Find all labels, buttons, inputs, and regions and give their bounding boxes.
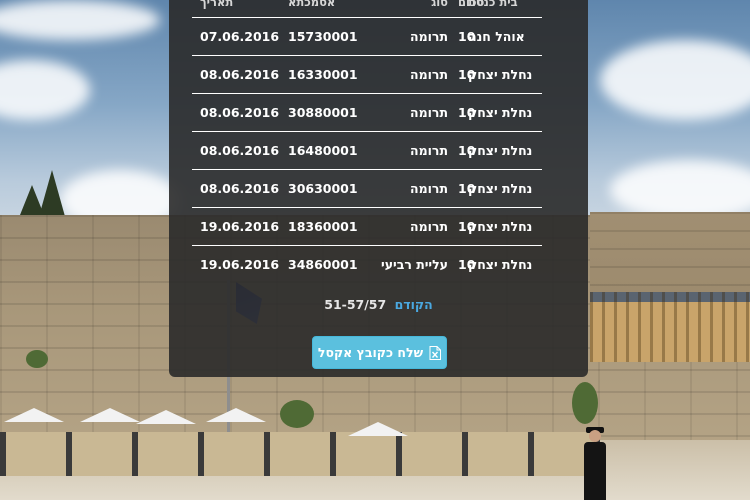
row-type: תרומה bbox=[410, 181, 448, 196]
row-date: 07.06.2016 bbox=[200, 29, 280, 44]
donations-table: תאריך אסמכתא סוג סכום בית כנסת 07.06.201… bbox=[192, 0, 542, 283]
excel-file-icon bbox=[429, 345, 442, 360]
row-reference: 30630001 bbox=[288, 181, 358, 196]
header-synagogue: בית כנסת bbox=[468, 0, 518, 9]
row-reference: 34860001 bbox=[288, 257, 358, 272]
table-row: 08.06.2016 16480001 תרומה 10 נחלת יצחק bbox=[192, 132, 542, 170]
table-row: 08.06.2016 30630001 תרומה 10 נחלת יצחק bbox=[192, 170, 542, 208]
table-row: 07.06.2016 15730001 תרומה 10 אוהל חנה bbox=[192, 18, 542, 56]
table-row: 19.06.2016 18360001 תרומה 10 נחלת יצחק bbox=[192, 208, 542, 246]
send-excel-label: שלח כקובץ אקסל bbox=[317, 345, 424, 360]
person bbox=[582, 427, 608, 500]
row-date: 19.06.2016 bbox=[200, 257, 280, 272]
row-type: עליית רביעי bbox=[381, 257, 448, 272]
row-type: תרומה bbox=[410, 219, 448, 234]
row-synagogue: נחלת יצחק bbox=[468, 181, 533, 196]
donations-panel: תאריך אסמכתא סוג סכום בית כנסת 07.06.201… bbox=[169, 0, 588, 377]
table-row: 19.06.2016 34860001 עליית רביעי 10 נחלת … bbox=[192, 246, 542, 283]
row-date: 08.06.2016 bbox=[200, 143, 280, 158]
table-row: 08.06.2016 16330001 תרומה 10 נחלת יצחק bbox=[192, 56, 542, 94]
row-reference: 16330001 bbox=[288, 67, 358, 82]
row-synagogue: נחלת יצחק bbox=[468, 67, 533, 82]
shrub bbox=[280, 400, 314, 428]
umbrella bbox=[4, 408, 64, 422]
table-row: 08.06.2016 30880001 תרומה 10 נחלת יצחק bbox=[192, 94, 542, 132]
row-synagogue: נחלת יצחק bbox=[468, 257, 533, 272]
umbrella bbox=[206, 408, 266, 422]
header-date: תאריך bbox=[200, 0, 234, 9]
shrub bbox=[572, 382, 598, 424]
row-synagogue: נחלת יצחק bbox=[468, 219, 533, 234]
table-header-row: תאריך אסמכתא סוג סכום בית כנסת bbox=[192, 0, 542, 18]
stone-wall bbox=[590, 212, 750, 292]
umbrella bbox=[80, 408, 140, 422]
pagination: 51-57/57 הקודם bbox=[169, 297, 588, 312]
row-reference: 16480001 bbox=[288, 143, 358, 158]
header-account: אסמכתא bbox=[288, 0, 336, 9]
row-synagogue: אוהל חנה bbox=[468, 29, 525, 44]
row-date: 08.06.2016 bbox=[200, 67, 280, 82]
umbrella bbox=[348, 422, 408, 436]
row-date: 08.06.2016 bbox=[200, 181, 280, 196]
row-reference: 15730001 bbox=[288, 29, 358, 44]
header-type: סוג bbox=[431, 0, 448, 9]
row-synagogue: נחלת יצחק bbox=[468, 105, 533, 120]
previous-page-link[interactable]: הקודם bbox=[395, 297, 433, 312]
row-type: תרומה bbox=[410, 29, 448, 44]
page-range: 51-57/57 bbox=[324, 297, 387, 312]
row-date: 08.06.2016 bbox=[200, 105, 280, 120]
umbrella bbox=[136, 410, 196, 424]
row-reference: 18360001 bbox=[288, 219, 358, 234]
row-synagogue: נחלת יצחק bbox=[468, 143, 533, 158]
send-excel-button[interactable]: שלח כקובץ אקסל bbox=[312, 336, 447, 369]
shrub bbox=[26, 350, 48, 368]
row-reference: 30880001 bbox=[288, 105, 358, 120]
row-type: תרומה bbox=[410, 143, 448, 158]
canopy bbox=[590, 292, 750, 362]
row-type: תרומה bbox=[410, 105, 448, 120]
row-type: תרומה bbox=[410, 67, 448, 82]
row-date: 19.06.2016 bbox=[200, 219, 280, 234]
barrier bbox=[0, 432, 600, 476]
